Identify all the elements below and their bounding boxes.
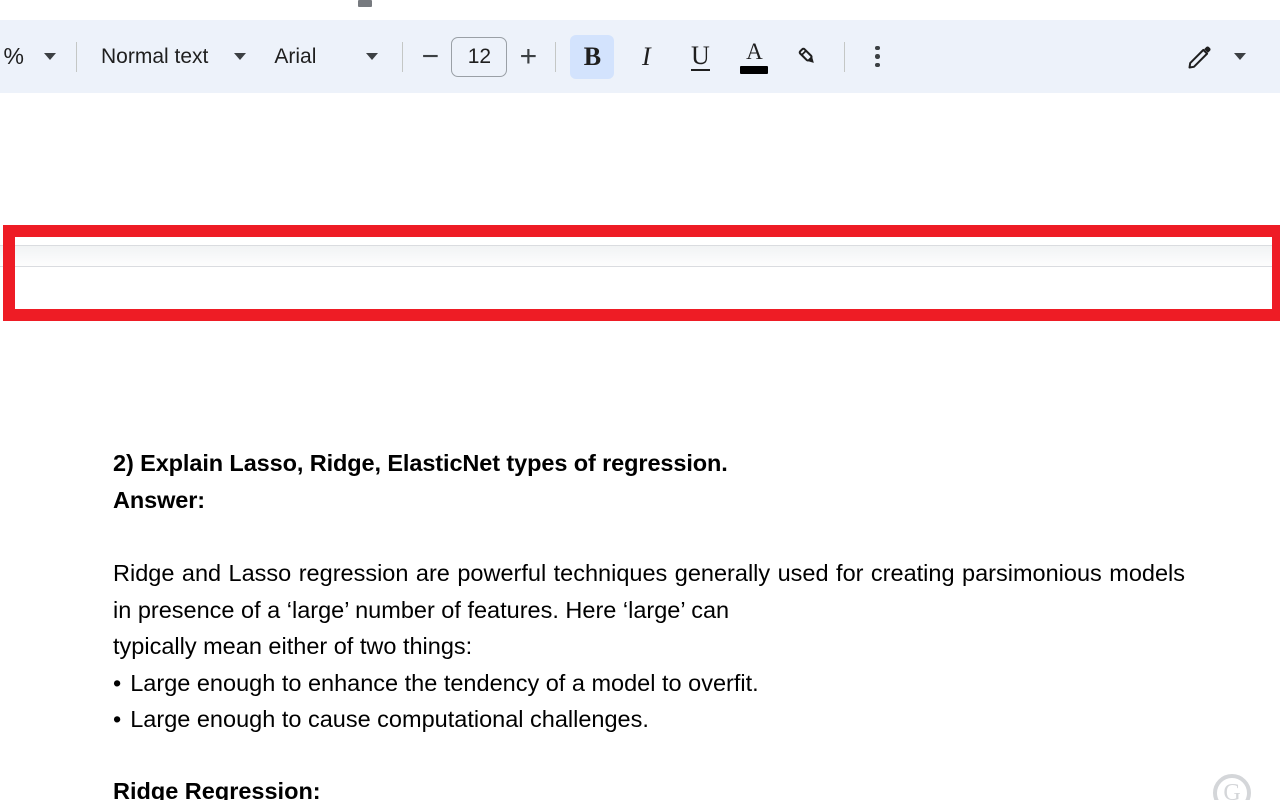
highlight-pen-icon: [799, 47, 815, 63]
font-size-stepper: − 12 +: [413, 36, 545, 77]
decrease-font-size-button[interactable]: −: [413, 41, 447, 72]
italic-label: I: [642, 41, 651, 71]
chevron-down-icon: [234, 53, 247, 60]
menu-item-fragment[interactable]: [358, 0, 372, 7]
bold-label: B: [583, 41, 602, 71]
list-item-text: Large enough to enhance the tendency of …: [130, 669, 759, 696]
bullet-glyph: •: [113, 669, 122, 696]
highlight-color-button[interactable]: [786, 35, 830, 79]
zoom-control[interactable]: %: [0, 35, 34, 79]
toolbar-divider: [555, 41, 557, 72]
font-family-dropdown[interactable]: Arial: [260, 35, 392, 79]
list-item-text: Large enough to cause computational chal…: [130, 705, 649, 732]
paragraph-style-label: Normal text: [101, 44, 209, 68]
toolbar-divider: [402, 41, 404, 72]
chevron-down-icon: [44, 53, 56, 60]
zoom-level-label: %: [3, 43, 25, 69]
document-body[interactable]: 2) Explain Lasso, Ridge, ElasticNet type…: [113, 445, 1185, 800]
editing-mode-group: [1178, 35, 1246, 79]
toolbar-divider: [844, 41, 846, 72]
bold-button[interactable]: B: [570, 34, 615, 79]
editing-mode-button[interactable]: [1178, 35, 1222, 79]
underline-label: U: [690, 40, 710, 72]
page-break-gap: [0, 245, 1280, 287]
chevron-down-icon: [366, 53, 379, 60]
ridge-regression-subheading: Ridge Regression:: [113, 777, 321, 800]
editing-pencil-icon: [1188, 45, 1211, 68]
answer-heading: Answer:: [113, 487, 206, 513]
text-color-swatch: [740, 65, 769, 74]
next-page-top-edge: [0, 266, 1280, 267]
font-size-input[interactable]: 12: [451, 36, 508, 77]
toolbar-divider: [76, 41, 77, 72]
intro-paragraph-tail: typically mean either of two things:: [113, 633, 473, 659]
three-dots-vertical-icon: [875, 45, 880, 68]
underline-button[interactable]: U: [678, 35, 722, 79]
formatting-toolbar: % Normal text Arial − 12 + B I U A: [0, 20, 1280, 93]
text-color-button[interactable]: A: [732, 35, 776, 79]
text-color-letter: A: [746, 38, 763, 64]
question-heading: 2) Explain Lasso, Ridge, ElasticNet type…: [113, 450, 728, 476]
bullet-glyph: •: [113, 705, 122, 732]
google-docs-window: % Normal text Arial − 12 + B I U A 2) Ex…: [0, 0, 1280, 800]
document-canvas[interactable]: 2) Explain Lasso, Ridge, ElasticNet type…: [0, 93, 1280, 800]
text-color-icon: A: [740, 38, 769, 74]
increase-font-size-button[interactable]: +: [511, 41, 545, 72]
font-family-label: Arial: [274, 44, 317, 68]
paragraph-style-dropdown[interactable]: Normal text: [87, 35, 260, 79]
list-item: • Large enough to enhance the tendency of…: [113, 665, 1185, 701]
list-item: • Large enough to cause computational cha…: [113, 701, 1185, 737]
page-gap-fill: [0, 246, 1280, 266]
editing-mode-dropdown-caret[interactable]: [1234, 53, 1246, 60]
menubar-sliver: [0, 0, 1280, 20]
italic-button[interactable]: I: [624, 35, 668, 79]
chevron-down-icon: [1234, 53, 1246, 60]
grammarly-badge[interactable]: G: [1213, 774, 1251, 800]
more-options-button[interactable]: [855, 35, 899, 79]
intro-paragraph: Ridge and Lasso regression are powerful …: [113, 560, 1185, 623]
zoom-dropdown-caret[interactable]: [34, 35, 66, 79]
